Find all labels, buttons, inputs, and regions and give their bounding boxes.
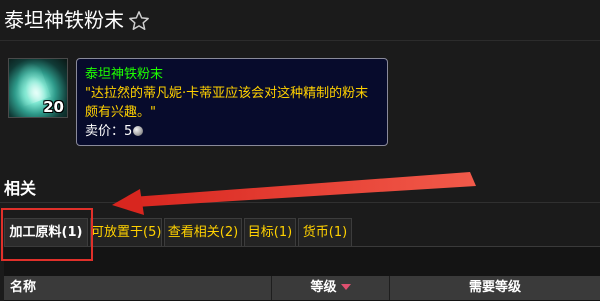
title-divider — [0, 40, 600, 41]
results-table-header: 名称 等级 需要等级 — [4, 276, 600, 300]
column-name-label: 名称 — [10, 280, 37, 295]
silver-coin-icon — [133, 126, 144, 136]
section-divider — [0, 202, 600, 203]
related-heading: 相关 — [4, 179, 37, 198]
item-tooltip: 泰坦神铁粉末 "达拉然的蒂凡妮·卡蒂亚应该会对这种精制的粉末颇有兴趣。" 卖价：… — [76, 58, 388, 146]
tab-see-also[interactable]: 查看相关(2) — [164, 218, 242, 246]
column-header-required-level[interactable]: 需要等级 — [390, 276, 600, 300]
page-title: 泰坦神铁粉末 — [4, 8, 124, 32]
titansteel-powder-icon[interactable]: 20 — [8, 58, 68, 118]
column-level-label: 等级 — [310, 280, 337, 295]
tab-objective-of[interactable]: 目标(1) — [244, 218, 296, 246]
favorite-star-icon[interactable] — [128, 10, 150, 32]
tooltip-sell-price: 卖价：5 — [85, 122, 379, 141]
sell-price-label: 卖价：5 — [85, 124, 133, 139]
column-header-level[interactable]: 等级 — [272, 276, 390, 300]
column-header-name[interactable]: 名称 — [4, 276, 272, 300]
column-required-level-label: 需要等级 — [468, 280, 521, 295]
sort-descending-icon — [340, 284, 351, 290]
tab-reagent-for[interactable]: 加工原料(1) — [4, 218, 88, 246]
tab-currency-for[interactable]: 货币(1) — [298, 218, 352, 246]
tooltip-description: "达拉然的蒂凡妮·卡蒂亚应该会对这种精制的粉末颇有兴趣。" — [85, 86, 369, 120]
tab-can-be-placed-in[interactable]: 可放置于(5) — [90, 218, 162, 246]
stack-count: 20 — [43, 98, 64, 116]
tooltip-item-name: 泰坦神铁粉末 — [85, 67, 164, 82]
